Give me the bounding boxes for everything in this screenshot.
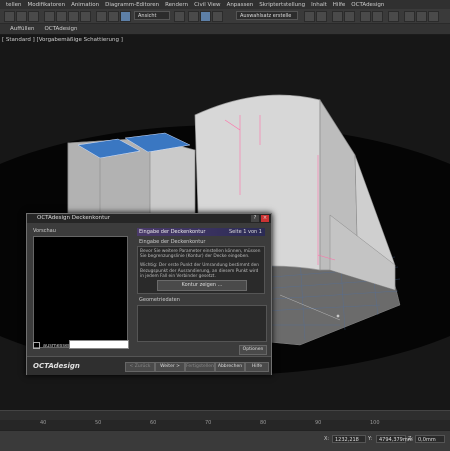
menu-item-octadesign[interactable]: OCTAdesign	[351, 2, 384, 8]
mirror-icon[interactable]	[304, 11, 315, 22]
snap-toggle-icon[interactable]	[188, 11, 199, 22]
select-object-icon[interactable]	[44, 11, 55, 22]
ruler-tick: 80	[260, 420, 267, 426]
checkbox-label: ausmessen	[43, 342, 72, 349]
octadesign-logo: OCTAdesign	[33, 362, 80, 370]
y-label: Y:	[368, 436, 373, 442]
x-label: X:	[324, 436, 330, 442]
menu-item-help[interactable]: Hilfe	[333, 2, 346, 8]
status-bar: X: 1232,218 Y: 4794,379mm Z: 0,0mm	[0, 430, 450, 451]
options-button[interactable]: Optionen ...	[239, 345, 267, 360]
menu-item-tellen[interactable]: tellen	[6, 2, 21, 8]
checkbox-box[interactable]	[33, 342, 40, 349]
dialog-title-bar[interactable]: OCTAdesign Deckenkontur ? ×	[27, 214, 271, 223]
ribbon-icon[interactable]	[344, 11, 355, 22]
render-icon[interactable]	[428, 11, 439, 22]
y-coordinate-field[interactable]: 4794,379mm	[376, 435, 413, 443]
scale-icon[interactable]	[120, 11, 131, 22]
tab-fill[interactable]: Auffüllen	[10, 26, 34, 32]
geometry-label: Geometriedaten	[139, 297, 180, 303]
menu-item-civil-view[interactable]: Civil View	[194, 2, 220, 8]
geometry-data-panel	[137, 305, 267, 342]
tab-octadesign[interactable]: OCTAdesign	[44, 26, 77, 32]
menu-item-content[interactable]: Inhalt	[311, 2, 327, 8]
unlink-icon[interactable]	[16, 11, 27, 22]
angle-snap-icon[interactable]	[200, 11, 211, 22]
step-page-indicator: Seite 1 von 1	[229, 229, 262, 235]
preview-pane	[33, 236, 128, 348]
align-icon[interactable]	[316, 11, 327, 22]
measure-checkbox[interactable]: ausmessen	[33, 342, 71, 349]
z-coordinate-field[interactable]: 0,0mm	[415, 435, 445, 443]
ruler-tick: 70	[205, 420, 212, 426]
back-button[interactable]: < Zurück	[125, 362, 155, 372]
ruler-tick: 40	[40, 420, 47, 426]
main-toolbar: Ansicht Auswahlsatz erstelle	[0, 9, 450, 24]
info-text-2: Wichtig: Der erste Punkt der Umrandung b…	[140, 263, 260, 279]
finish-button[interactable]: Fertigstellen	[185, 362, 215, 372]
menu-item-modifiers[interactable]: Modifikatoren	[27, 2, 65, 8]
step-header-title: Eingabe der Deckenkontur	[139, 229, 206, 235]
help-question-icon[interactable]: ?	[251, 215, 259, 222]
preview-label: Vorschau	[33, 228, 56, 234]
pivot-icon[interactable]	[174, 11, 185, 22]
dialog-footer: OCTAdesign < Zurück Weiter > Fertigstell…	[27, 356, 271, 375]
move-icon[interactable]	[96, 11, 107, 22]
select-link-icon[interactable]	[4, 11, 15, 22]
menu-item-diagram-editors[interactable]: Diagramm-Editoren	[105, 2, 159, 8]
render-frame-icon[interactable]	[416, 11, 427, 22]
track-bar[interactable]: 40 50 60 70 80 90 100	[0, 420, 450, 430]
ruler-tick: 50	[95, 420, 102, 426]
menu-item-render[interactable]: Rendern	[165, 2, 188, 8]
menu-bar: tellen Modifikatoren Animation Diagramm-…	[0, 0, 450, 9]
ruler-tick: 90	[315, 420, 322, 426]
dialog-title: OCTAdesign Deckenkontur	[37, 215, 111, 221]
ruler-tick: 100	[370, 420, 380, 426]
cancel-button[interactable]: Abbrechen	[215, 362, 245, 372]
close-icon[interactable]: ×	[261, 215, 269, 222]
bind-icon[interactable]	[28, 11, 39, 22]
schematic-view-icon[interactable]	[372, 11, 383, 22]
menu-item-animation[interactable]: Animation	[71, 2, 99, 8]
menu-item-customize[interactable]: Anpassen	[227, 2, 254, 8]
menu-item-scripting[interactable]: Skriptertstellung	[259, 2, 305, 8]
x-coordinate-field[interactable]: 1232,218	[332, 435, 366, 443]
viewport-label[interactable]: [ Standard ] [Vorgabemäßige Schattierung…	[2, 37, 123, 43]
material-editor-icon[interactable]	[388, 11, 399, 22]
layer-explorer-icon[interactable]	[332, 11, 343, 22]
z-label: Z:	[408, 436, 414, 442]
render-setup-icon[interactable]	[404, 11, 415, 22]
measure-input[interactable]	[69, 340, 129, 349]
window-crossing-icon[interactable]	[80, 11, 91, 22]
named-selection-set-dropdown[interactable]: Auswahlsatz erstelle	[236, 11, 298, 20]
select-by-name-icon[interactable]	[56, 11, 67, 22]
step-header: Eingabe der Deckenkontur Seite 1 von 1	[137, 228, 265, 236]
rotate-icon[interactable]	[108, 11, 119, 22]
step-subtitle: Eingabe der Deckenkontur	[139, 239, 206, 245]
next-button[interactable]: Weiter >	[155, 362, 185, 372]
contour-dialog: OCTAdesign Deckenkontur ? × Vorschau aus…	[26, 213, 272, 375]
ruler-tick: 60	[150, 420, 157, 426]
info-text-1: Bevor Sie weitere Parameter einstellen k…	[140, 249, 261, 260]
percent-snap-icon[interactable]	[212, 11, 223, 22]
curve-editor-icon[interactable]	[360, 11, 371, 22]
help-button[interactable]: Hilfe	[245, 362, 269, 372]
ribbon-tabs: Auffüllen OCTAdesign	[0, 24, 450, 34]
show-contour-button[interactable]: Kontur zeigen ...	[157, 280, 247, 291]
reference-coordinate-dropdown[interactable]: Ansicht	[134, 11, 170, 20]
region-select-icon[interactable]	[68, 11, 79, 22]
